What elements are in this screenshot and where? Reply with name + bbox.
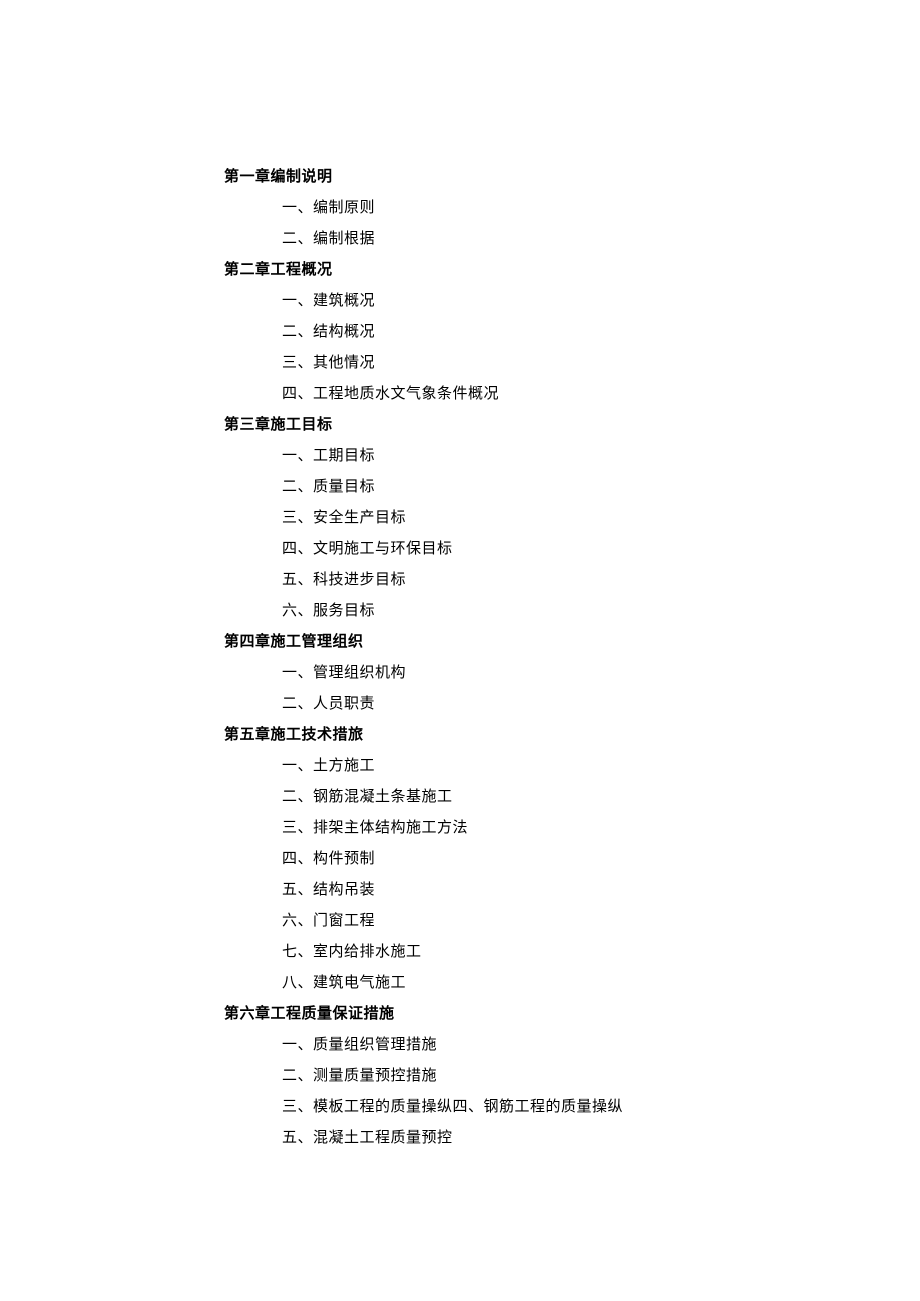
toc-item: 三、模板工程的质量操纵四、钢筋工程的质量操纵 bbox=[224, 1092, 920, 1123]
document-page: 第一章编制说明 一、编制原则 二、编制根据 第二章工程概况 一、建筑概况 二、结… bbox=[0, 0, 920, 1154]
toc-item: 七、室内给排水施工 bbox=[224, 937, 920, 968]
toc-item: 一、编制原则 bbox=[224, 193, 920, 224]
toc-item: 五、科技进步目标 bbox=[224, 565, 920, 596]
toc-item: 二、人员职责 bbox=[224, 689, 920, 720]
toc-item: 二、测量质量预控措施 bbox=[224, 1061, 920, 1092]
toc-item: 一、质量组织管理措施 bbox=[224, 1030, 920, 1061]
toc-item: 八、建筑电气施工 bbox=[224, 968, 920, 999]
toc-item: 一、土方施工 bbox=[224, 751, 920, 782]
chapter-title: 第五章施工技术措旅 bbox=[224, 720, 920, 751]
toc-item: 二、结构概况 bbox=[224, 317, 920, 348]
toc-item: 三、安全生产目标 bbox=[224, 503, 920, 534]
toc-item: 二、钢筋混凝土条基施工 bbox=[224, 782, 920, 813]
toc-item: 六、门窗工程 bbox=[224, 906, 920, 937]
chapter-title: 第一章编制说明 bbox=[224, 162, 920, 193]
chapter-title: 第三章施工目标 bbox=[224, 410, 920, 441]
toc-item: 二、编制根据 bbox=[224, 224, 920, 255]
chapter-2: 第二章工程概况 一、建筑概况 二、结构概况 三、其他情况 四、工程地质水文气象条… bbox=[224, 255, 920, 410]
chapter-6: 第六章工程质量保证措施 一、质量组织管理措施 二、测量质量预控措施 三、模板工程… bbox=[224, 999, 920, 1154]
toc-item: 五、结构吊装 bbox=[224, 875, 920, 906]
chapter-title: 第四章施工管理组织 bbox=[224, 627, 920, 658]
toc-item: 四、工程地质水文气象条件概况 bbox=[224, 379, 920, 410]
chapter-4: 第四章施工管理组织 一、管理组织机构 二、人员职责 bbox=[224, 627, 920, 720]
toc-item: 六、服务目标 bbox=[224, 596, 920, 627]
chapter-1: 第一章编制说明 一、编制原则 二、编制根据 bbox=[224, 162, 920, 255]
chapter-title: 第六章工程质量保证措施 bbox=[224, 999, 920, 1030]
toc-item: 三、其他情况 bbox=[224, 348, 920, 379]
toc-item: 一、管理组织机构 bbox=[224, 658, 920, 689]
toc-item: 四、文明施工与环保目标 bbox=[224, 534, 920, 565]
toc-item: 二、质量目标 bbox=[224, 472, 920, 503]
chapter-3: 第三章施工目标 一、工期目标 二、质量目标 三、安全生产目标 四、文明施工与环保… bbox=[224, 410, 920, 627]
toc-item: 一、建筑概况 bbox=[224, 286, 920, 317]
toc-item: 五、混凝土工程质量预控 bbox=[224, 1123, 920, 1154]
chapter-5: 第五章施工技术措旅 一、土方施工 二、钢筋混凝土条基施工 三、排架主体结构施工方… bbox=[224, 720, 920, 999]
chapter-title: 第二章工程概况 bbox=[224, 255, 920, 286]
toc-item: 四、构件预制 bbox=[224, 844, 920, 875]
toc-item: 三、排架主体结构施工方法 bbox=[224, 813, 920, 844]
toc-item: 一、工期目标 bbox=[224, 441, 920, 472]
